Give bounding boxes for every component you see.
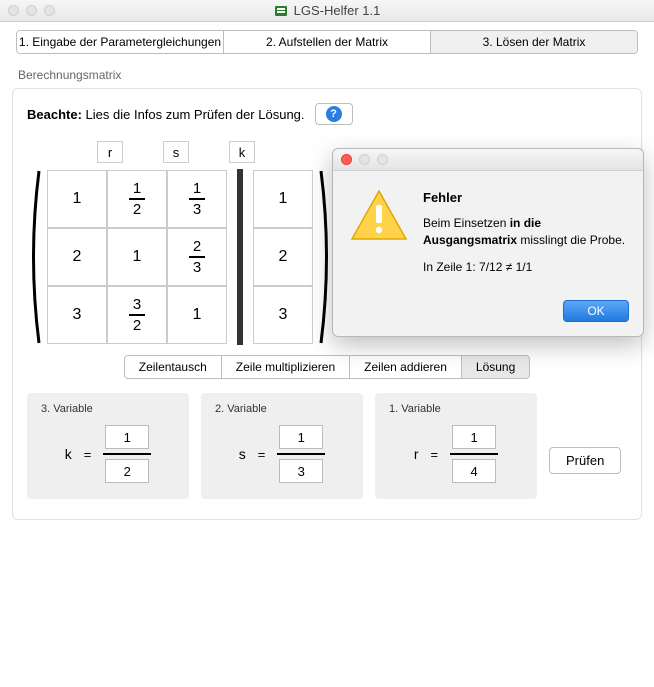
- section-label: Berechnungsmatrix: [18, 68, 654, 82]
- numerator-input[interactable]: [279, 425, 323, 449]
- numerator-input[interactable]: [105, 425, 149, 449]
- dialog-zoom-dot: [377, 154, 388, 165]
- matrix-cell: 23: [167, 228, 227, 286]
- rhs-cell: 3: [253, 286, 313, 344]
- traffic-lights: [8, 5, 55, 16]
- coefficient-matrix: 1121321233321: [47, 170, 227, 344]
- left-paren-icon: [27, 169, 41, 345]
- tab-step-3[interactable]: 3. Lösen der Matrix: [431, 31, 637, 53]
- numerator-input[interactable]: [452, 425, 496, 449]
- op-add-rows[interactable]: Zeilen addieren: [350, 355, 462, 379]
- op-swap-rows[interactable]: Zeilentausch: [124, 355, 222, 379]
- main-titlebar: LGS-Helfer 1.1: [0, 0, 654, 22]
- var-header-k: k: [229, 141, 255, 163]
- solution-label: 2. Variable: [215, 403, 349, 415]
- matrix-cell: 1: [107, 228, 167, 286]
- check-button[interactable]: Prüfen: [549, 447, 621, 474]
- op-label: Zeile multiplizieren: [236, 360, 335, 374]
- solution-fraction: [103, 425, 151, 483]
- tab-label: 3. Lösen der Matrix: [483, 35, 586, 49]
- right-paren-icon: [319, 169, 333, 345]
- dialog-body: Fehler Beim Einsetzen in die Ausgangsmat…: [333, 171, 643, 294]
- error-dialog: Fehler Beim Einsetzen in die Ausgangsmat…: [332, 148, 644, 337]
- matrix-cell: 13: [167, 170, 227, 228]
- matrix-cell: 32: [107, 286, 167, 344]
- help-icon: ?: [326, 106, 342, 122]
- app-icon: [274, 4, 288, 18]
- matrix-separator: [237, 169, 243, 345]
- window-title-wrap: LGS-Helfer 1.1: [0, 3, 654, 18]
- min-dot[interactable]: [26, 5, 37, 16]
- matrix-cell: 2: [47, 228, 107, 286]
- op-label: Lösung: [476, 360, 515, 374]
- matrix-cell: 3: [47, 286, 107, 344]
- hint-body: Lies die Infos zum Prüfen der Lösung.: [86, 107, 305, 122]
- denominator-input[interactable]: [105, 459, 149, 483]
- equals-sign: =: [84, 447, 92, 462]
- dialog-titlebar: [333, 149, 643, 171]
- rhs-cell: 1: [253, 170, 313, 228]
- dialog-message-1: Beim Einsetzen in die Ausgangsmatrix mis…: [423, 215, 627, 249]
- step-tabs: 1. Eingabe der Parametergleichungen 2. A…: [16, 30, 638, 54]
- matrix-cell: 1: [167, 286, 227, 344]
- var-header-r: r: [97, 141, 123, 163]
- tab-step-2[interactable]: 2. Aufstellen der Matrix: [224, 31, 431, 53]
- solution-fraction: [450, 425, 498, 483]
- help-button[interactable]: ?: [315, 103, 353, 125]
- tab-label: 2. Aufstellen der Matrix: [266, 35, 388, 49]
- equals-sign: =: [431, 447, 439, 462]
- solution-box-1: 1. Variable r =: [375, 393, 537, 499]
- solution-eq: k =: [41, 425, 175, 483]
- tab-label: 1. Eingabe der Parametergleichungen: [19, 35, 221, 49]
- ok-button[interactable]: OK: [563, 300, 629, 322]
- matrix-cell: 1: [47, 170, 107, 228]
- fraction-bar: [103, 453, 151, 455]
- dialog-text: Fehler Beim Einsetzen in die Ausgangsmat…: [423, 189, 627, 286]
- window-title: LGS-Helfer 1.1: [294, 3, 381, 18]
- op-label: Zeilentausch: [139, 360, 207, 374]
- var-header-s: s: [163, 141, 189, 163]
- dialog-message-2: In Zeile 1: 7/12 ≠ 1/1: [423, 259, 627, 276]
- dialog-title: Fehler: [423, 189, 627, 207]
- zoom-dot[interactable]: [44, 5, 55, 16]
- operations-bar: Zeilentausch Zeile multiplizieren Zeilen…: [27, 355, 627, 379]
- dialog-footer: OK: [333, 294, 643, 336]
- tab-step-1[interactable]: 1. Eingabe der Parametergleichungen: [17, 31, 224, 53]
- fraction-bar: [450, 453, 498, 455]
- solution-box-2: 2. Variable s =: [201, 393, 363, 499]
- equals-sign: =: [258, 447, 266, 462]
- dialog-min-dot: [359, 154, 370, 165]
- solution-eq: r =: [389, 425, 523, 483]
- fraction-bar: [277, 453, 325, 455]
- hint-row: Beachte: Lies die Infos zum Prüfen der L…: [27, 103, 627, 125]
- op-multiply-row[interactable]: Zeile multiplizieren: [222, 355, 350, 379]
- solution-row: 3. Variable k = 2. Variable s =: [27, 393, 627, 499]
- solution-label: 1. Variable: [389, 403, 523, 415]
- denominator-input[interactable]: [452, 459, 496, 483]
- denominator-input[interactable]: [279, 459, 323, 483]
- solution-var: s: [239, 446, 246, 462]
- dialog-close-icon[interactable]: [341, 154, 352, 165]
- hint-bold: Beachte:: [27, 107, 82, 122]
- op-label: Zeilen addieren: [364, 360, 447, 374]
- close-dot[interactable]: [8, 5, 19, 16]
- hint-text: Beachte: Lies die Infos zum Prüfen der L…: [27, 107, 305, 122]
- solution-label: 3. Variable: [41, 403, 175, 415]
- matrix-cell: 12: [107, 170, 167, 228]
- solution-fraction: [277, 425, 325, 483]
- op-solution[interactable]: Lösung: [462, 355, 530, 379]
- rhs-cell: 2: [253, 228, 313, 286]
- solution-eq: s =: [215, 425, 349, 483]
- solution-var: r: [414, 446, 419, 462]
- warning-icon: [349, 189, 409, 243]
- solution-var: k: [65, 446, 72, 462]
- rhs-vector: 123: [253, 170, 313, 344]
- solution-box-3: 3. Variable k =: [27, 393, 189, 499]
